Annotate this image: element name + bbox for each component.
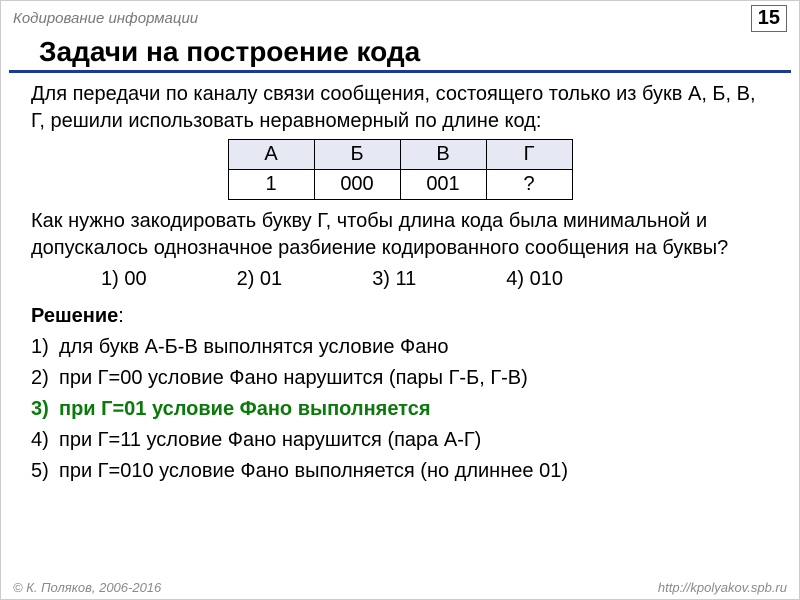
- list-item: 4)при Г=11 условие Фано нарушится (пара …: [31, 425, 769, 456]
- intro-paragraph: Для передачи по каналу связи сообщения, …: [31, 81, 769, 135]
- solution-list: 1)для букв А-Б-В выполнятся условие Фано…: [31, 332, 769, 487]
- page-number: 15: [751, 5, 787, 32]
- option: 4) 010: [506, 266, 563, 293]
- content: Для передачи по каналу связи сообщения, …: [1, 81, 799, 487]
- option: 1) 00: [101, 266, 147, 293]
- copyright: © К. Поляков, 2006-2016: [13, 580, 161, 595]
- solution-label: Решение:: [31, 303, 769, 330]
- list-item: 5)при Г=010 условие Фано выполняется (но…: [31, 456, 769, 487]
- table-header: В: [400, 140, 486, 170]
- topic-label: Кодирование информации: [13, 10, 198, 27]
- table-cell: ?: [486, 170, 572, 200]
- header-bar: Кодирование информации 15: [1, 1, 799, 34]
- table-header: Б: [314, 140, 400, 170]
- code-table: А Б В Г 1 000 001 ?: [228, 139, 573, 200]
- page-title: Задачи на построение кода: [9, 34, 791, 73]
- table-header-row: А Б В Г: [228, 140, 572, 170]
- option: 2) 01: [237, 266, 283, 293]
- footer: © К. Поляков, 2006-2016 http://kpolyakov…: [1, 580, 799, 595]
- question-paragraph: Как нужно закодировать букву Г, чтобы дл…: [31, 208, 769, 262]
- answer-options: 1) 00 2) 01 3) 11 4) 010: [31, 266, 769, 293]
- list-item-correct: 3)при Г=01 условие Фано выполняется: [31, 394, 769, 425]
- table-cell: 000: [314, 170, 400, 200]
- table-header: А: [228, 140, 314, 170]
- option: 3) 11: [372, 266, 416, 293]
- table-header: Г: [486, 140, 572, 170]
- footer-url: http://kpolyakov.spb.ru: [658, 580, 787, 595]
- table-cell: 1: [228, 170, 314, 200]
- table-value-row: 1 000 001 ?: [228, 170, 572, 200]
- table-cell: 001: [400, 170, 486, 200]
- list-item: 2)при Г=00 условие Фано нарушится (пары …: [31, 363, 769, 394]
- list-item: 1)для букв А-Б-В выполнятся условие Фано: [31, 332, 769, 363]
